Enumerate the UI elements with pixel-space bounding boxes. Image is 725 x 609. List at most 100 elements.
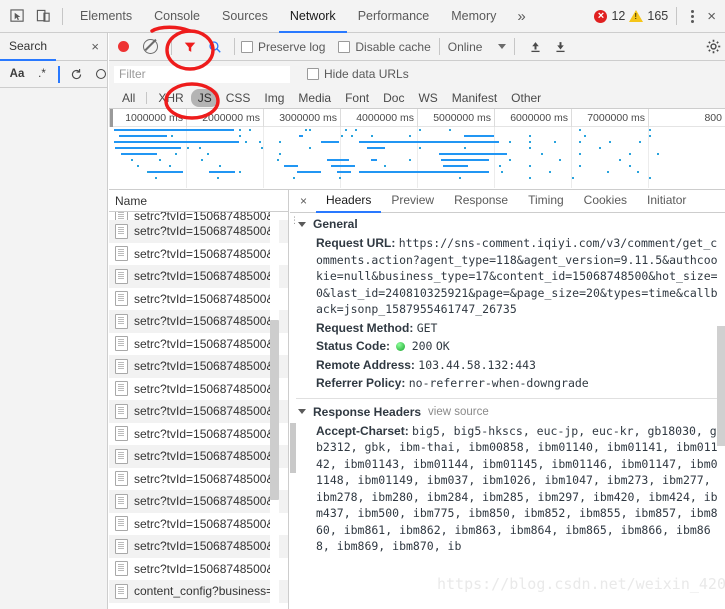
gear-icon[interactable] — [706, 39, 725, 54]
type-filter-js[interactable]: JS — [190, 88, 219, 107]
detail-tab-cookies[interactable]: Cookies — [574, 190, 637, 213]
document-icon — [115, 212, 128, 220]
detail-tabbar: × Headers Preview Response Timing Cookie… — [290, 190, 725, 213]
table-row[interactable]: setrc?tvId=15068748500& — [109, 355, 288, 378]
close-icon[interactable]: × — [700, 8, 723, 25]
type-filter-font[interactable]: Font — [338, 89, 376, 107]
checkbox-box — [338, 40, 351, 53]
table-row[interactable]: setrc?tvId=15068748500& — [109, 558, 288, 581]
detail-close-icon[interactable]: × — [290, 194, 316, 208]
throttling-select[interactable]: Online — [448, 40, 507, 54]
request-name: setrc?tvId=15068748500& — [134, 359, 275, 374]
table-row[interactable]: setrc?tvId=15068748500& — [109, 400, 288, 423]
table-row[interactable]: setrc?tvId=15068748500& — [109, 423, 288, 446]
table-row[interactable]: setrc?tvId=15068748500& — [109, 445, 288, 468]
type-filter-manifest[interactable]: Manifest — [445, 89, 504, 107]
preserve-log-checkbox[interactable]: Preserve log — [241, 40, 325, 54]
type-filter-media[interactable]: Media — [291, 89, 338, 107]
detail-tab-initiator[interactable]: Initiator — [637, 190, 696, 213]
search-pane-tab[interactable]: Search — [0, 33, 57, 61]
search-icon[interactable] — [208, 40, 222, 54]
export-har-icon[interactable] — [548, 40, 573, 54]
table-row[interactable]: setrc?tvId=15068748500& — [109, 468, 288, 491]
document-icon — [115, 336, 128, 352]
toolbar-divider-4 — [514, 38, 516, 55]
type-filter-other[interactable]: Other — [504, 89, 548, 107]
detail-body[interactable]: ⋮ General Request URL: https://sns-comme… — [290, 213, 725, 609]
table-row[interactable]: setrc?tvId=15068748500& — [109, 243, 288, 266]
tab-network[interactable]: Network — [278, 0, 347, 33]
ruler-tick-label: 800 — [704, 112, 722, 124]
detail-tab-timing[interactable]: Timing — [518, 190, 574, 213]
refresh-button[interactable] — [65, 67, 87, 82]
table-row[interactable]: setrc?tvId=15068748500& — [109, 310, 288, 333]
tab-console[interactable]: Console — [143, 0, 211, 33]
import-har-icon[interactable] — [523, 40, 548, 54]
type-filter-css[interactable]: CSS — [219, 89, 258, 107]
hide-data-urls-checkbox[interactable]: Hide data URLs — [307, 67, 409, 81]
scrollbar-thumb[interactable] — [270, 320, 279, 500]
issues-counters[interactable]: × 12 165 — [594, 9, 668, 23]
disable-cache-checkbox[interactable]: Disable cache — [338, 40, 431, 54]
device-toolbar-icon[interactable] — [30, 3, 56, 29]
ruler-tick: 2000000 ms — [186, 109, 263, 127]
general-section-header[interactable]: General — [290, 213, 725, 234]
ruler-tick: 7000000 ms — [571, 109, 648, 127]
request-list-header[interactable]: Name — [109, 190, 288, 212]
type-filter-xhr[interactable]: XHR — [151, 89, 190, 107]
request-detail-pane: × Headers Preview Response Timing Cookie… — [290, 190, 725, 609]
more-options-icon[interactable] — [685, 9, 700, 23]
tab-memory[interactable]: Memory — [440, 0, 507, 33]
record-button[interactable] — [118, 41, 129, 52]
toolbar-divider-1 — [171, 38, 172, 55]
detail-tab-response[interactable]: Response — [444, 190, 518, 213]
ruler-tick-label: 2000000 ms — [202, 112, 260, 124]
inspect-element-icon[interactable] — [4, 3, 30, 29]
request-rows[interactable]: setrc?tvId=15068748500& setrc?tvId=15068… — [109, 212, 288, 609]
search-pane-close-icon[interactable]: × — [83, 39, 107, 54]
tab-sources[interactable]: Sources — [211, 0, 279, 33]
regex-toggle[interactable]: .* — [31, 67, 53, 81]
table-row[interactable]: setrc?tvId=15068748500& — [109, 220, 288, 243]
type-filter-all[interactable]: All — [115, 89, 142, 107]
request-list: Name setrc?tvId=15068748500& setrc?tvId=… — [109, 190, 289, 609]
table-row[interactable]: setrc?tvId=15068748500& — [109, 378, 288, 401]
request-method-row: Request Method: GET — [290, 319, 725, 338]
table-row[interactable]: content_config?business=. — [109, 580, 288, 603]
tab-performance[interactable]: Performance — [347, 0, 441, 33]
tabbar-left-icons — [0, 3, 69, 29]
detail-scrollbar[interactable] — [717, 236, 725, 609]
network-overview[interactable]: 1000000 ms 2000000 ms 3000000 ms 4000000… — [109, 109, 725, 190]
type-filter-doc[interactable]: Doc — [376, 89, 411, 107]
left-edge-scrollbar[interactable] — [290, 423, 296, 473]
pane-resize-handle[interactable]: ⋮ — [290, 215, 299, 226]
document-icon — [115, 358, 128, 374]
table-row[interactable]: setrc?tvId=15068748500& — [109, 490, 288, 513]
tab-elements[interactable]: Elements — [69, 0, 143, 33]
clear-requests-icon[interactable] — [143, 39, 158, 54]
table-row[interactable]: setrc?tvId=15068748500& — [109, 288, 288, 311]
view-source-link[interactable]: view source — [428, 406, 489, 418]
status-code-text: OK — [435, 339, 450, 353]
match-case-toggle[interactable]: Aa — [6, 67, 28, 81]
table-row[interactable]: setrc?tvId=15068748500& — [109, 212, 288, 220]
type-filter-ws[interactable]: WS — [411, 89, 444, 107]
table-row[interactable]: setrc?tvId=15068748500& — [109, 333, 288, 356]
more-tabs-button[interactable]: » — [507, 0, 535, 33]
filter-icon[interactable] — [183, 40, 197, 54]
scrollbar-thumb[interactable] — [717, 326, 725, 446]
table-row[interactable]: setrc?tvId=15068748500& — [109, 513, 288, 536]
table-row[interactable]: setrc?tvId=15068748500& — [109, 265, 288, 288]
throttling-value: Online — [447, 39, 483, 54]
filter-input[interactable] — [114, 65, 290, 83]
detail-tab-headers[interactable]: Headers — [316, 190, 382, 213]
request-list-scrollbar[interactable] — [270, 212, 279, 609]
tabbar-divider — [62, 7, 63, 25]
table-row[interactable]: setrc?tvId=15068748500& — [109, 535, 288, 558]
response-headers-section-header[interactable]: Response Headers view source — [290, 401, 725, 422]
document-icon — [115, 583, 128, 599]
type-filter-img[interactable]: Img — [257, 89, 291, 107]
detail-tab-preview[interactable]: Preview — [381, 190, 444, 213]
accept-charset-row: Accept-Charset: big5, big5-hkscs, euc-jp… — [290, 422, 725, 556]
ruler-tick: 3000000 ms — [263, 109, 340, 127]
